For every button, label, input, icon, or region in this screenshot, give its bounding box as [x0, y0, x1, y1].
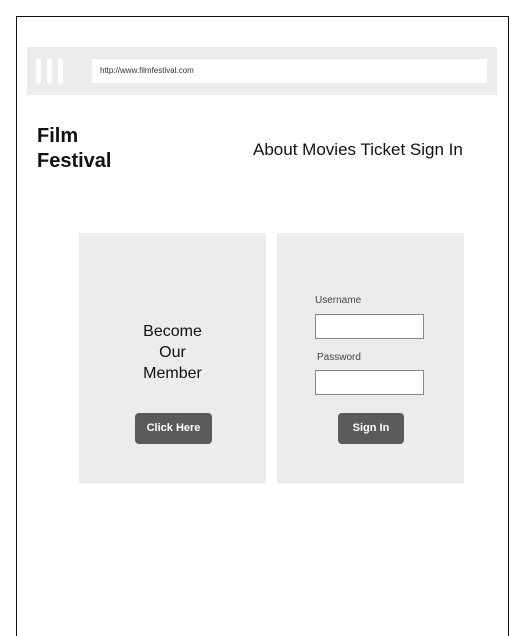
address-bar[interactable]: http://www.filmfestival.com [92, 59, 487, 83]
sign-in-button[interactable]: Sign In [338, 413, 404, 444]
logo-line-1: Film [37, 125, 79, 147]
heading-line-1: Become [143, 323, 202, 340]
nav-ticket[interactable]: Ticket [360, 140, 405, 159]
logo-line-2: Festival [37, 150, 112, 172]
password-input[interactable] [315, 370, 424, 395]
username-input[interactable] [315, 314, 424, 339]
nav-sign-in[interactable]: Sign In [410, 140, 463, 159]
heading-line-2: Our [159, 344, 186, 361]
heading-line-3: Member [143, 365, 202, 382]
nav-about[interactable]: About [253, 140, 297, 159]
nav-movies[interactable]: Movies [302, 140, 356, 159]
become-member-heading: Become Our Member [79, 321, 266, 384]
main-nav: About Movies Ticket Sign In [253, 140, 463, 160]
menu-lines-icon [35, 58, 65, 84]
click-here-button[interactable]: Click Here [135, 413, 212, 444]
member-panel: Become Our Member Click Here [79, 233, 266, 483]
username-label: Username [315, 295, 362, 306]
site-logo[interactable]: Film Festival [37, 124, 111, 174]
login-panel: Username Password Sign In [277, 233, 464, 483]
password-label: Password [317, 352, 361, 363]
browser-bar: http://www.filmfestival.com [27, 47, 497, 95]
